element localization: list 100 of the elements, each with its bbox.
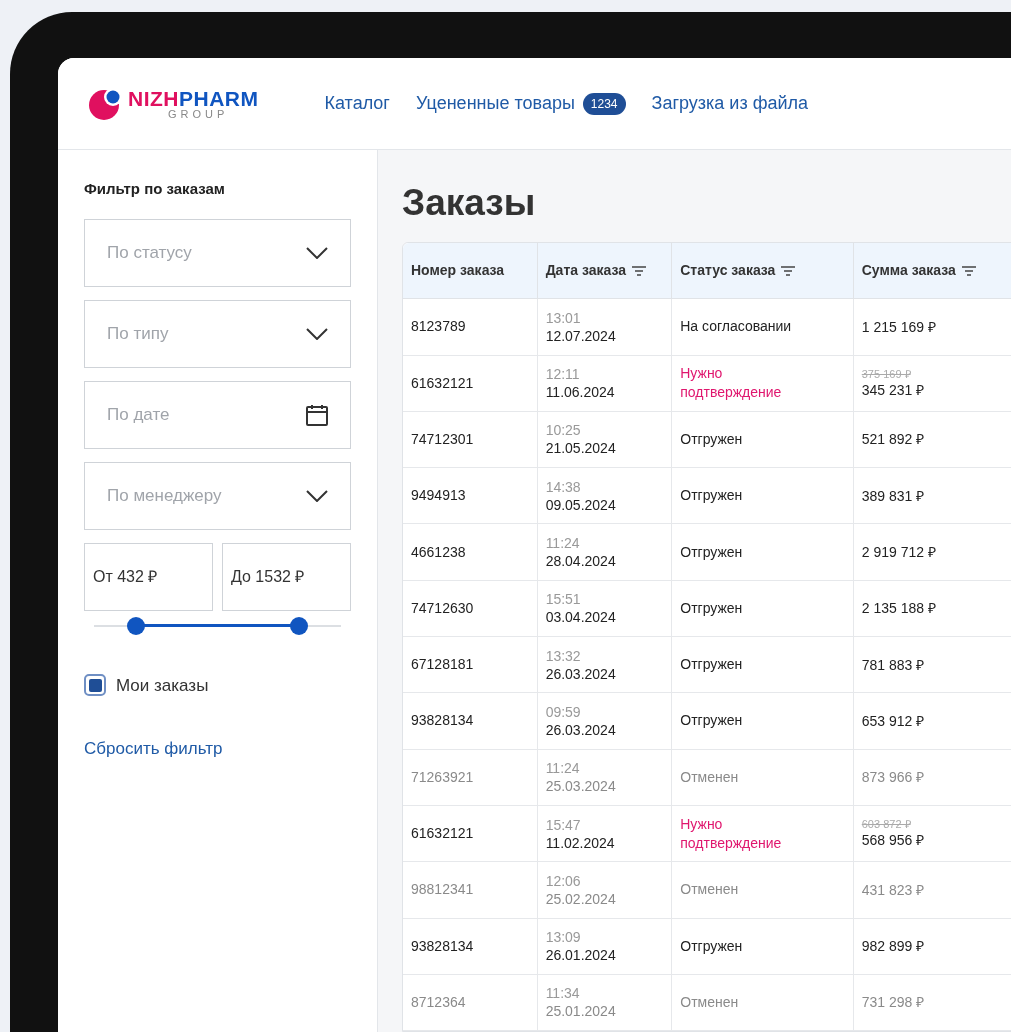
order-date: 21.05.2024 — [545, 439, 617, 458]
table-cell: 93828134 — [403, 918, 538, 974]
order-date: 26.03.2024 — [545, 664, 617, 683]
order-date: 28.04.2024 — [545, 552, 617, 571]
order-time: 11:24 — [545, 759, 581, 778]
order-time: 13:01 — [545, 308, 582, 327]
order-sum: 521 892 ₽ — [861, 430, 926, 449]
order-sum: 568 956 ₽ — [861, 831, 926, 850]
field-placeholder: По менеджеру — [107, 484, 222, 507]
table-row[interactable]: 8123789 13:01 12.07.2024 На согласовании 1 215 169 ₽ — [403, 299, 1011, 356]
order-time: 10:25 — [545, 421, 582, 440]
order-date: 11.02.2024 — [545, 833, 616, 852]
logo-wordmark: NIZHPHARM — [128, 87, 259, 109]
column-header[interactable]: Дата заказа — [537, 243, 673, 299]
order-date: 26.01.2024 — [545, 946, 617, 965]
order-status: Отгружен — [680, 598, 743, 618]
table-row[interactable]: 61632121 12:11 11.06.2024 Нужно подтверждение 375 169 ₽ 345 231 ₽ — [403, 355, 1011, 412]
order-date: 25.01.2024 — [545, 1002, 617, 1021]
page-title: Заказы — [402, 181, 537, 225]
table-row[interactable]: 93828134 13:09 26.01.2024 Отгружен 982 899 ₽ — [403, 918, 1011, 975]
slider-thumb[interactable] — [290, 616, 308, 635]
checkbox[interactable] — [84, 674, 106, 697]
nav-link[interactable]: Каталог — [324, 90, 390, 117]
order-date: 03.04.2024 — [545, 608, 617, 627]
order-time: 09:59 — [545, 702, 582, 721]
table-cell: 8712364 — [403, 974, 538, 1031]
order-status: На согласовании — [680, 317, 792, 337]
order-sum: 731 298 ₽ — [861, 993, 926, 1012]
logo-subtitle: GROUP — [168, 108, 230, 120]
order-sum: 389 831 ₽ — [861, 486, 926, 505]
filter-icon[interactable] — [632, 265, 646, 276]
field-placeholder: По дате — [107, 403, 170, 426]
order-status: Отгружен — [680, 430, 743, 449]
old-price: 375 169 ₽ — [861, 367, 912, 381]
order-status: Отгружен — [680, 542, 743, 562]
order-sum: 781 883 ₽ — [861, 655, 926, 674]
order-status: Отгружен — [680, 486, 743, 506]
order-sum: 873 966 ₽ — [861, 768, 926, 787]
table-row[interactable]: 4661238 11:24 28.04.2024 Отгружен 2 919 712 ₽ — [403, 524, 1011, 581]
range-slider[interactable] — [94, 615, 341, 636]
chevron-down-icon — [306, 327, 328, 340]
price-from-field[interactable]: От 432 ₽ — [84, 542, 213, 611]
order-status: Отгружен — [680, 936, 743, 956]
field-placeholder: По типу — [107, 322, 169, 345]
checkbox-label: Мои заказы — [116, 674, 209, 697]
filter-icon[interactable] — [781, 265, 796, 276]
table-cell: 4661238 — [403, 524, 538, 580]
order-status: Отгружен — [680, 655, 743, 675]
nav-link[interactable]: Уцененные товары — [415, 90, 575, 117]
order-sum: 982 899 ₽ — [861, 937, 926, 956]
filter-icon[interactable] — [961, 265, 976, 276]
order-sum: 345 231 ₽ — [861, 380, 926, 399]
chevron-down-icon — [306, 489, 328, 502]
order-date: 26.03.2024 — [545, 720, 617, 739]
order-status: Отменен — [680, 767, 739, 787]
order-sum: 2 919 712 ₽ — [861, 543, 937, 562]
table-row[interactable]: 67128181 13:32 26.03.2024 Отгружен 781 883 ₽ — [403, 637, 1011, 694]
order-status: Нужно подтверждение — [680, 364, 783, 403]
table-cell: 93828134 — [403, 693, 538, 749]
order-time: 11:34 — [545, 984, 581, 1003]
order-sum: 431 823 ₽ — [861, 880, 926, 899]
reset-filter-link[interactable]: Сбросить фильтр — [84, 736, 351, 762]
table-cell: 67128181 — [403, 637, 538, 693]
table-cell: 74712630 — [403, 580, 538, 637]
order-date: 09.05.2024 — [545, 495, 617, 514]
nav-link[interactable]: Загрузка из файла — [651, 90, 809, 117]
order-time: 11:24 — [545, 534, 581, 553]
table-cell: 9494913 — [403, 468, 538, 524]
order-time: 12:06 — [545, 871, 582, 890]
table-row[interactable]: 8712364 11:34 25.01.2024 Отменен 731 298 ₽ — [403, 974, 1011, 1032]
table-row[interactable]: 9494913 14:38 09.05.2024 Отгружен 389 831 ₽ — [403, 468, 1011, 525]
table-cell: 71263921 — [403, 749, 538, 805]
column-header[interactable]: Номер заказа — [403, 243, 538, 299]
table-cell: 8123789 — [403, 299, 538, 355]
table-cell: 98812341 — [403, 862, 538, 918]
order-time: 15:51 — [545, 590, 582, 609]
slider-thumb[interactable] — [127, 616, 145, 635]
price-to-field[interactable]: До 1532 ₽ — [222, 542, 351, 611]
old-price: 603 872 ₽ — [861, 818, 912, 832]
order-date: 11.06.2024 — [545, 383, 616, 402]
table-row[interactable]: 61632121 15:47 11.02.2024 Нужно подтверждение 603 872 ₽ 568 956 ₽ — [403, 805, 1011, 863]
table-row[interactable]: 74712301 10:25 21.05.2024 Отгружен 521 892 ₽ — [403, 411, 1011, 469]
table-row[interactable]: 71263921 11:24 25.03.2024 Отменен 873 966 ₽ — [403, 749, 1011, 806]
column-header[interactable]: Статус заказа — [672, 243, 854, 299]
order-date: 12.07.2024 — [545, 326, 617, 345]
order-sum: 2 135 188 ₽ — [861, 599, 937, 618]
sidebar-title: Фильтр по заказам — [84, 179, 226, 199]
calendar-icon — [306, 403, 328, 426]
order-sum: 653 912 ₽ — [861, 711, 926, 730]
order-time: 13:09 — [545, 928, 582, 947]
column-header[interactable]: Сумма заказа — [853, 243, 1011, 299]
order-status: Отменен — [680, 992, 739, 1012]
order-status: Отменен — [680, 880, 739, 900]
field-placeholder: По статусу — [107, 241, 192, 264]
order-time: 12:11 — [545, 365, 581, 384]
table-cell: 74712301 — [403, 411, 538, 468]
table-row[interactable]: 98812341 12:06 25.02.2024 Отменен 431 823 ₽ — [403, 862, 1011, 919]
table-row[interactable]: 93828134 09:59 26.03.2024 Отгружен 653 912 ₽ — [403, 693, 1011, 750]
table-row[interactable]: 74712630 15:51 03.04.2024 Отгружен 2 135 188 ₽ — [403, 580, 1011, 638]
order-status: Отгружен — [680, 711, 743, 731]
